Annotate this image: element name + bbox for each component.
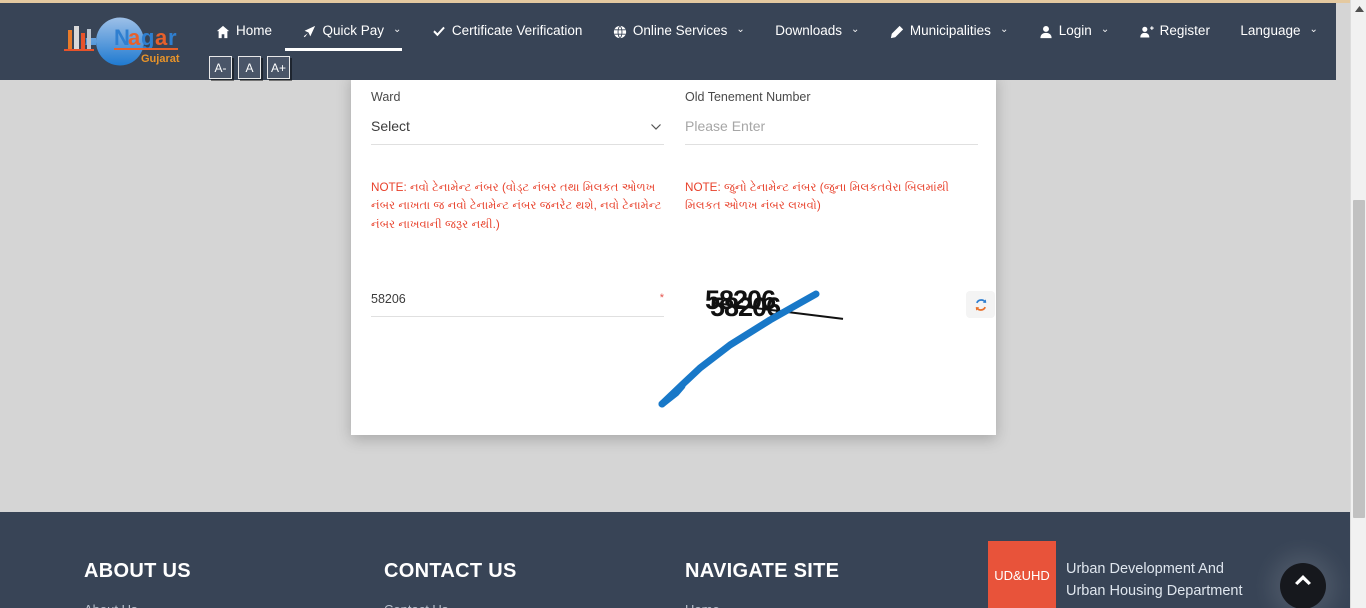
scrollbar-up-arrow[interactable] — [1351, 0, 1366, 17]
footer-column-navigate: NAVIGATE SITE Home — [685, 560, 839, 608]
svg-text:a: a — [128, 25, 141, 50]
font-size-controls: A- A A+ — [209, 56, 290, 79]
nav-item-home[interactable]: Home — [216, 17, 272, 45]
svg-text:g: g — [141, 25, 154, 50]
footer-title-about: ABOUT US — [84, 560, 191, 582]
check-icon — [432, 25, 446, 39]
footer-link-about-us[interactable]: About Us — [84, 602, 191, 608]
captcha-input[interactable]: 58206 * — [371, 290, 664, 317]
nav-label-downloads: Downloads — [775, 23, 843, 38]
svg-text:Gujarat: Gujarat — [141, 53, 180, 65]
nav-item-municipalities[interactable]: Municipalities ⌄ — [890, 17, 1008, 45]
nav-label-quick-pay: Quick Pay — [322, 23, 384, 38]
font-increase-button[interactable]: A+ — [267, 56, 290, 79]
captcha-image: 58206 58206 — [704, 282, 852, 326]
form-fields-row: Ward Select NOTE: નવો ટેનામેન્ટ નંબર (વો… — [371, 90, 978, 234]
scrollbar-thumb[interactable] — [1353, 200, 1365, 518]
old-tenement-placeholder: Please Enter — [685, 118, 766, 134]
required-marker: * — [659, 292, 664, 304]
department-name: Urban Development And Urban Housing Depa… — [1066, 558, 1243, 602]
ud-uhd-badge: UD&UHD — [988, 541, 1056, 608]
active-nav-underline — [285, 48, 402, 51]
nav-item-online-services[interactable]: Online Services ⌄ — [613, 17, 745, 45]
footer-column-about: ABOUT US About Us — [84, 560, 191, 608]
nav-label-certificate-verification: Certificate Verification — [451, 23, 583, 38]
globe-icon — [613, 25, 627, 39]
rocket-icon — [302, 25, 316, 39]
chevron-down-icon — [650, 121, 662, 133]
old-tenement-input[interactable]: Please Enter — [685, 118, 978, 145]
font-reset-button[interactable]: A — [238, 56, 261, 79]
chevron-down-icon: ⌄ — [1309, 24, 1318, 35]
site-logo[interactable]: N a g a r Gujarat — [48, 12, 188, 70]
captcha-input-value: 58206 — [371, 292, 406, 306]
top-border — [0, 0, 1350, 3]
user-plus-icon — [1139, 25, 1154, 39]
browser-viewport: N a g a r Gujarat Home Quick Pay ⌄ Certi… — [0, 0, 1366, 608]
footer-column-contact: CONTACT US Contact Us — [384, 560, 517, 608]
browser-scrollbar[interactable] — [1350, 0, 1366, 608]
department-line-1: Urban Development And — [1066, 561, 1224, 577]
nav-label-municipalities: Municipalities — [909, 23, 991, 38]
home-icon — [216, 25, 230, 39]
nav-item-quick-pay[interactable]: Quick Pay ⌄ — [302, 17, 401, 45]
chevron-up-icon — [1294, 574, 1312, 586]
nav-item-downloads[interactable]: Downloads ⌄ — [775, 17, 859, 45]
nav-item-certificate-verification[interactable]: Certificate Verification — [432, 17, 583, 45]
building-icon — [890, 25, 904, 39]
ward-selected-value: Select — [371, 118, 410, 134]
old-tenement-note: NOTE: જુનો ટેનામેન્ટ નંબર (જુના મિલકતવેર… — [685, 181, 950, 213]
captcha-row: 58206 * 58206 58206 SEARCH — [371, 282, 995, 583]
ward-label: Ward — [371, 90, 401, 104]
ward-field-group: Ward Select NOTE: નવો ટેનામેન્ટ નંબર (વો… — [371, 90, 664, 234]
nav-label-register: Register — [1159, 23, 1210, 38]
captcha-refresh-button[interactable] — [966, 291, 995, 318]
chevron-down-icon: ⌄ — [393, 24, 402, 35]
site-header: N a g a r Gujarat Home Quick Pay ⌄ Certi… — [0, 3, 1336, 80]
nav-item-register[interactable]: Register — [1139, 17, 1210, 45]
refresh-icon — [974, 298, 988, 312]
footer-title-navigate: NAVIGATE SITE — [685, 560, 840, 582]
nav-label-language: Language — [1240, 23, 1301, 38]
nav-item-language[interactable]: Language ⌄ — [1240, 17, 1317, 45]
chevron-down-icon: ⌄ — [736, 24, 745, 35]
scroll-to-top-button[interactable] — [1280, 563, 1326, 608]
old-tenement-field-group: Old Tenement Number Please Enter NOTE: જ… — [685, 90, 978, 234]
site-footer: ABOUT US About Us CONTACT US Contact Us … — [0, 512, 1350, 608]
chevron-down-icon: ⌄ — [999, 24, 1009, 35]
footer-link-contact-us[interactable]: Contact Us — [384, 602, 517, 608]
svg-text:a: a — [155, 25, 168, 50]
svg-text:r: r — [168, 25, 177, 50]
nav-item-login[interactable]: Login ⌄ — [1039, 17, 1109, 45]
main-navigation: Home Quick Pay ⌄ Certificate Verificatio… — [216, 17, 1344, 45]
search-form-card: Ward Select NOTE: નવો ટેનામેન્ટ નંબર (વો… — [351, 74, 996, 583]
chevron-down-icon: ⌄ — [1100, 24, 1110, 35]
nav-label-online-services: Online Services — [632, 23, 728, 38]
nav-label-home: Home — [236, 23, 273, 38]
font-decrease-button[interactable]: A- — [209, 56, 232, 79]
ward-note: NOTE: નવો ટેનામેન્ટ નંબર (વોડ્ટ નંબર તથા… — [371, 181, 662, 231]
ward-select[interactable]: Select — [371, 118, 664, 145]
user-icon — [1039, 25, 1053, 39]
chevron-down-icon: ⌄ — [851, 24, 860, 35]
old-tenement-label: Old Tenement Number — [685, 90, 811, 104]
nav-label-login: Login — [1058, 23, 1092, 38]
department-line-2: Urban Housing Department — [1066, 583, 1243, 600]
footer-link-home[interactable]: Home — [685, 602, 839, 608]
footer-title-contact: CONTACT US — [384, 560, 517, 582]
